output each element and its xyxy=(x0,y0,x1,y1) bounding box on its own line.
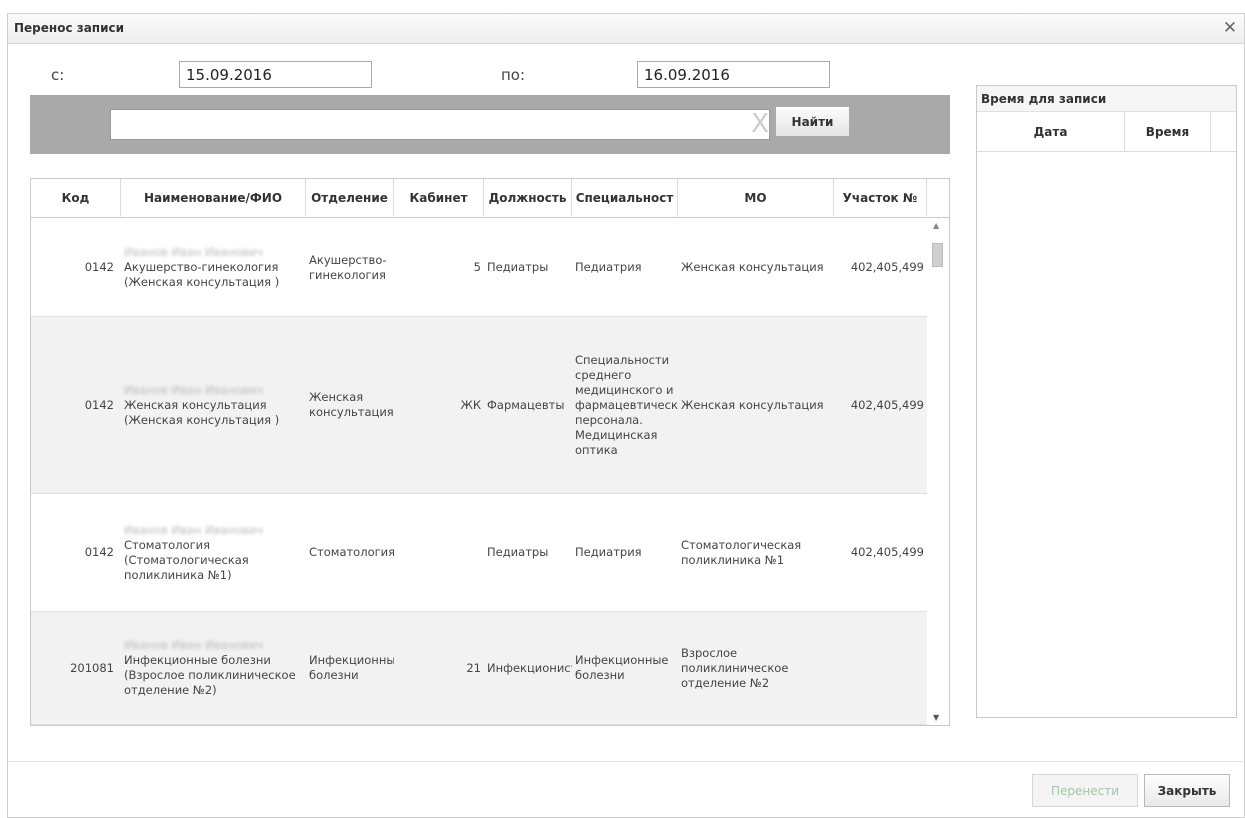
patient-name-redacted: Иванов Иван Иванович xyxy=(124,245,264,259)
from-date-input[interactable] xyxy=(179,61,372,88)
cell-position: Педиатры xyxy=(487,260,549,274)
cell-name: Иванов Иван Иванович Женская консультаци… xyxy=(121,317,306,493)
col-district[interactable]: Участок № xyxy=(834,179,927,218)
cell-district: 402,405,499 xyxy=(850,545,924,559)
cell-code: 0142 xyxy=(84,397,114,412)
cell-district: 402,405,499 xyxy=(850,397,924,412)
col-department[interactable]: Отделение xyxy=(306,179,394,218)
to-date-label: по: xyxy=(501,66,526,84)
col-name[interactable]: Наименование/ФИО xyxy=(121,179,306,218)
time-panel-header: Дата Время xyxy=(977,112,1236,152)
table-row[interactable]: 201081 Иванов Иван Иванович Инфекционные… xyxy=(31,612,927,725)
scroll-down-icon[interactable]: ▼ xyxy=(933,713,939,722)
cell-department: Акушерство-гинекология xyxy=(309,252,387,282)
cell-name-department: Инфекционные болезни (Взрослое поликлини… xyxy=(124,653,296,697)
search-input[interactable] xyxy=(110,109,770,140)
patient-name-redacted: Иванов Иван Иванович xyxy=(124,382,264,397)
cell-code: 201081 xyxy=(70,660,114,675)
results-grid: Код Наименование/ФИО Отделение Кабинет Д… xyxy=(30,178,950,726)
cell-specialty: Специальности среднего медицинского и фа… xyxy=(575,352,678,457)
scroll-thumb[interactable] xyxy=(932,243,943,267)
cell-specialty: Педиатрия xyxy=(575,260,642,274)
col-position[interactable]: Должность xyxy=(484,179,572,218)
cell-department: Стоматология xyxy=(309,545,394,559)
close-button[interactable]: Закрыть xyxy=(1144,774,1230,807)
cell-code: 0142 xyxy=(84,545,114,559)
find-button[interactable]: Найти xyxy=(775,106,850,137)
cell-specialty: Педиатрия xyxy=(575,545,642,559)
dialog-titlebar: Перенос записи ✕ xyxy=(8,14,1244,44)
cell-position: Фармацевты xyxy=(487,397,565,412)
cell-mo: Женская консультация xyxy=(681,397,824,412)
cell-name-department: Стоматология (Стоматологическая поликлин… xyxy=(124,537,249,582)
clear-search-icon[interactable]: X xyxy=(748,109,772,140)
cell-name: Иванов Иван Иванович Стоматология (Стома… xyxy=(121,494,306,611)
cell-mo: Женская консультация xyxy=(681,260,824,274)
cell-cabinet: ЖК xyxy=(460,397,481,412)
cell-cabinet: 5 xyxy=(473,260,481,274)
table-row[interactable]: 0142 Иванов Иван Иванович Стоматология (… xyxy=(31,494,927,612)
cell-name-department: Акушерство-гинекология (Женская консульт… xyxy=(124,260,280,289)
col-date[interactable]: Дата xyxy=(977,112,1125,152)
cell-name: Иванов Иван Иванович Акушерство-гинеколо… xyxy=(121,219,306,316)
scroll-up-icon[interactable]: ▲ xyxy=(933,221,939,230)
cell-name: Иванов Иван Иванович Инфекционные болезн… xyxy=(121,612,306,724)
col-specialty[interactable]: Специальност xyxy=(572,179,678,218)
transfer-button[interactable]: Перенести xyxy=(1032,774,1138,807)
cell-cabinet xyxy=(394,494,484,611)
cell-name-department: Женская консультация (Женская консультац… xyxy=(124,397,280,427)
grid-header: Код Наименование/ФИО Отделение Кабинет Д… xyxy=(31,179,949,218)
table-row[interactable]: 0142 Иванов Иван Иванович Акушерство-гин… xyxy=(31,219,927,317)
close-icon[interactable]: ✕ xyxy=(1220,18,1240,38)
patient-name-redacted: Иванов Иван Иванович xyxy=(124,638,264,652)
time-panel-title: Время для записи xyxy=(977,86,1236,112)
col-mo[interactable]: МО xyxy=(678,179,834,218)
dialog-title: Перенос записи xyxy=(14,21,125,35)
cell-department: Женская консультация xyxy=(309,390,394,419)
cell-district: 402,405,499 xyxy=(850,260,924,274)
to-date-input[interactable] xyxy=(637,61,830,88)
cell-mo: Взрослое поликлиническое отделение №2 xyxy=(681,645,789,690)
col-cabinet[interactable]: Кабинет xyxy=(394,179,484,218)
cell-department: Инфекционные болезни xyxy=(309,653,394,682)
cell-district xyxy=(834,612,927,724)
table-row[interactable]: 0142 Иванов Иван Иванович Женская консул… xyxy=(31,317,927,494)
patient-name-redacted: Иванов Иван Иванович xyxy=(124,522,264,537)
footer-divider xyxy=(8,761,1245,762)
cell-position: Педиатры xyxy=(487,545,549,559)
cell-specialty: Инфекционные болезни xyxy=(575,653,669,682)
time-slots-panel: Время для записи Дата Время xyxy=(976,85,1237,718)
cell-code: 0142 xyxy=(84,260,114,274)
grid-scrollbar[interactable]: ▲ ▼ xyxy=(929,219,949,725)
col-code[interactable]: Код xyxy=(31,179,121,218)
cell-mo: Стоматологическая поликлиника №1 xyxy=(681,537,802,567)
cell-position: Инфекционисты xyxy=(487,660,572,675)
transfer-dialog: Перенос записи ✕ с: по: X Найти Код Наим… xyxy=(7,13,1245,818)
from-date-label: с: xyxy=(51,66,65,84)
search-bar: X Найти xyxy=(30,95,950,154)
col-time[interactable]: Время xyxy=(1125,112,1211,152)
cell-cabinet: 21 xyxy=(466,660,481,675)
